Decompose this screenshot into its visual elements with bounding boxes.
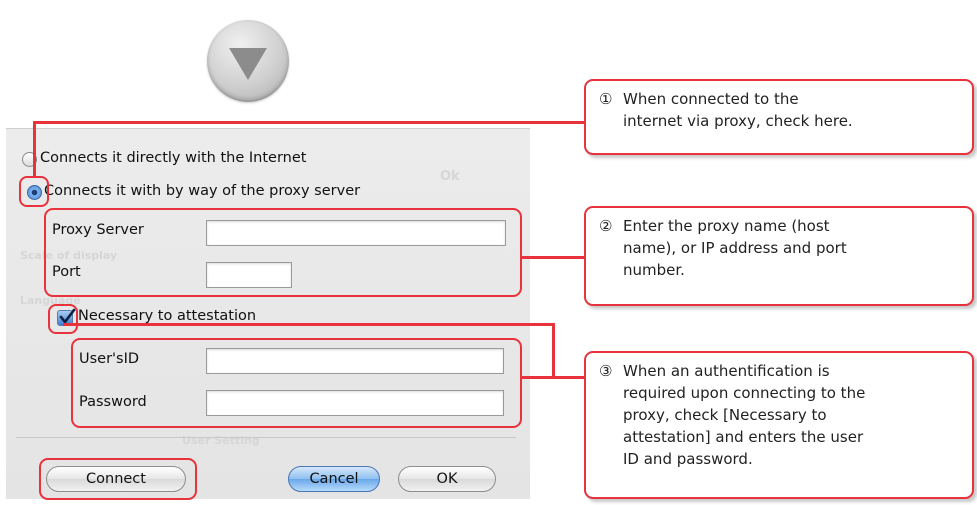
radio-direct-label: Connects it directly with the Internet bbox=[40, 150, 307, 166]
callout-1-number: ① bbox=[599, 90, 613, 108]
highlight-connect-button bbox=[39, 458, 197, 500]
connector-line-2 bbox=[521, 256, 585, 259]
callout-3-number: ③ bbox=[599, 362, 613, 380]
cancel-button[interactable]: Cancel bbox=[288, 466, 380, 492]
down-arrow-icon bbox=[207, 20, 289, 102]
radio-proxy-label: Connects it with by way of the proxy ser… bbox=[44, 183, 361, 199]
highlight-auth-fields bbox=[71, 338, 522, 428]
dialog-divider bbox=[16, 437, 516, 438]
callout-2: ② Enter the proxy name (host name), or I… bbox=[584, 206, 974, 306]
ok-button[interactable]: OK bbox=[398, 466, 496, 492]
callout-2-text: Enter the proxy name (host name), or IP … bbox=[623, 217, 847, 279]
connector-line-3-horizontal-mid bbox=[521, 376, 585, 379]
callout-2-number: ② bbox=[599, 217, 613, 235]
highlight-auth-checkbox bbox=[48, 304, 78, 334]
connector-line-3-vertical bbox=[552, 323, 555, 378]
connector-line-1-vertical bbox=[33, 121, 36, 177]
callout-1: ① When connected to the internet via pro… bbox=[584, 79, 974, 155]
highlight-proxy-fields bbox=[44, 208, 522, 297]
callout-3-text: When an authentification is required upo… bbox=[623, 362, 866, 468]
connector-line-3-horizontal-top bbox=[63, 323, 554, 326]
auth-checkbox-label: Necessary to attestation bbox=[78, 308, 257, 324]
highlight-proxy-radio bbox=[19, 176, 49, 207]
callout-3: ③ When an authentification is required u… bbox=[584, 351, 974, 499]
callout-1-text: When connected to the internet via proxy… bbox=[623, 90, 853, 130]
connector-line-1-horizontal bbox=[33, 121, 585, 124]
